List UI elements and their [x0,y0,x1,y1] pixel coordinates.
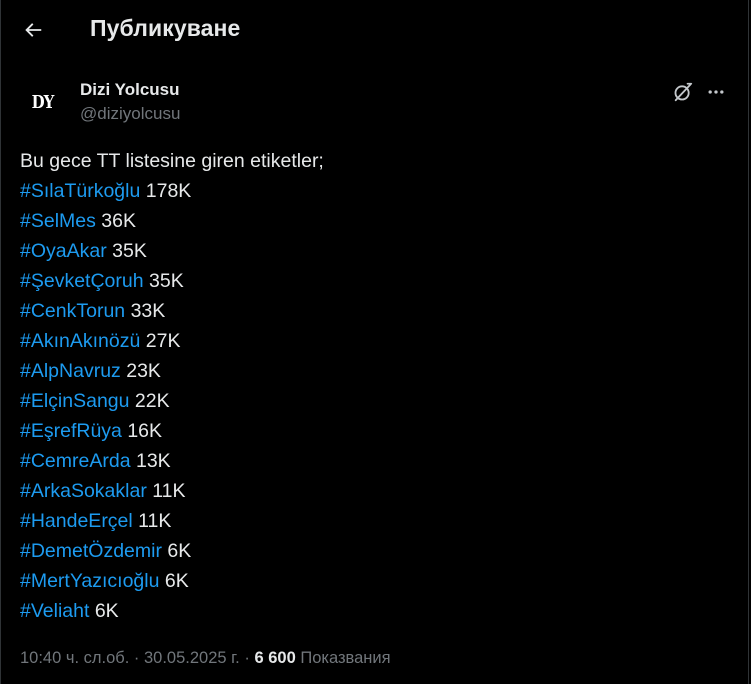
hashtag-line: #MertYazıcıoğlu 6K [20,566,730,596]
hashtag-line: #SılaTürkoğlu 178K [20,176,730,206]
hashtag-count: 23K [126,360,161,382]
page-title: Публикуване [90,15,241,41]
post-date[interactable]: 30.05.2025 г. [144,649,240,667]
hashtag-line: #AkınAkınözü 27K [20,326,730,356]
meta-separator: · [244,649,250,667]
hashtag-link[interactable]: #ElçinSangu [20,390,130,412]
hashtag-line: #CemreArda 13K [20,446,730,476]
hashtag-link[interactable]: #ŞevketÇoruh [20,270,144,292]
views-count: 6 600 [254,649,296,667]
grok-button[interactable] [669,78,697,106]
author-name[interactable]: Dizi Yolcusu [80,80,180,100]
hashtag-list: #SılaTürkoğlu 178K #SelMes 36K #OyaAkar 35… [20,176,730,626]
hashtag-line: #ArkaSokaklar 11K [20,476,730,506]
hashtag-count: 22K [134,390,170,412]
arrow-left-icon [25,23,42,37]
hashtag-count: 36K [101,210,136,232]
hashtag-count: 11K [152,480,186,502]
post-detail-page: Публикуване DY Dizi Yolcusu @diziyolcusu… [0,0,749,684]
hashtag-link[interactable]: #AlpNavruz [20,360,121,382]
hashtag-line: #DemetÖzdemir 6K [20,536,730,566]
hashtag-count: 178K [145,180,192,202]
more-horizontal-icon [708,90,724,94]
hashtag-count: 35K [149,270,184,292]
hashtag-line: #ElçinSangu 22K [20,386,730,416]
hashtag-line: #HandeErçel 11K [20,506,730,536]
hashtag-link[interactable]: #CenkTorun [20,300,125,322]
hashtag-link[interactable]: #CemreArda [20,450,131,472]
hashtag-link[interactable]: #MertYazıcıoğlu [20,570,159,592]
hashtag-count: 13K [135,450,171,472]
hashtag-link[interactable]: #EşrefRüya [20,420,122,442]
hashtag-line: #AlpNavruz 23K [20,356,730,386]
page-header: Публикуване [1,0,751,60]
post-time[interactable]: 10:40 ч. сл.об. [20,649,129,667]
avatar-logo-text: DY [31,90,55,113]
author-handle[interactable]: @diziyolcusu [80,104,180,124]
grok-icon [674,82,693,102]
hashtag-link[interactable]: #HandeErçel [20,510,133,532]
views-label: Показвания [300,649,391,667]
hashtag-count: 16K [127,420,163,442]
hashtag-count: 11K [138,510,172,532]
hashtag-link[interactable]: #Veliaht [20,600,89,622]
post-metadata: 10:40 ч. сл.об. · 30.05.2025 г. · 6 600 … [20,649,391,668]
post-text: Bu gece TT listesine giren etiketler; #S… [20,146,730,626]
hashtag-count: 6K [94,600,119,622]
back-button[interactable] [13,10,53,50]
hashtag-line: #SelMes 36K [20,206,730,236]
hashtag-count: 35K [112,240,147,262]
hashtag-line: #OyaAkar 35K [20,236,730,266]
meta-separator: · [133,649,140,667]
hashtag-link[interactable]: #DemetÖzdemir [20,540,162,562]
hashtag-link[interactable]: #SılaTürkoğlu [20,180,140,202]
hashtag-line: #Veliaht 6K [20,596,730,626]
hashtag-link[interactable]: #ArkaSokaklar [20,480,147,502]
hashtag-link[interactable]: #SelMes [20,210,96,232]
hashtag-count: 6K [167,540,192,562]
hashtag-link[interactable]: #OyaAkar [20,240,107,262]
hashtag-line: #EşrefRüya 16K [20,416,730,446]
hashtag-line: #CenkTorun 33K [20,296,730,326]
hashtag-link[interactable]: #AkınAkınözü [20,330,140,352]
hashtag-line: #ŞevketÇoruh 35K [20,266,730,296]
avatar[interactable]: DY [21,80,64,123]
post-intro: Bu gece TT listesine giren etiketler; [20,150,324,172]
hashtag-count: 33K [130,300,166,322]
hashtag-count: 27K [145,330,181,352]
hashtag-count: 6K [164,570,189,592]
more-button[interactable] [702,78,730,106]
